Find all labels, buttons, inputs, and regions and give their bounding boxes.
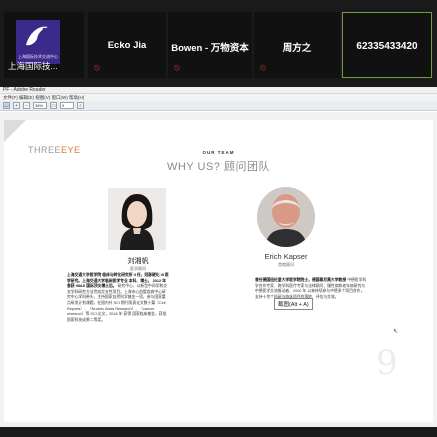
team-label: OUR TEAM — [202, 150, 235, 155]
bird-logo-icon — [26, 26, 48, 46]
advisor-photo-female — [108, 188, 166, 250]
screen: 上海国际技术交流中心 上海国际技... Ecko Jia ⦸ Bowen - 万… — [0, 0, 437, 437]
page-corner — [4, 120, 26, 142]
pdf-page: THREEEYE OUR TEAM WHY US? 顾问团队 刘湘帆 医学顾问 … — [4, 120, 433, 422]
participant-name: 上海国际技... — [8, 61, 58, 71]
fit-page-icon[interactable]: ▭ — [50, 102, 57, 109]
advisor-name-female: 刘湘帆 — [127, 258, 149, 265]
page-number: 9 — [376, 343, 398, 383]
search-icon[interactable]: ⌕ — [77, 102, 84, 109]
toolbar: ▤ + − 38% ▭ 9 ⌕ — [0, 101, 437, 111]
zoom-in-icon[interactable]: + — [13, 102, 20, 109]
participant-name: Ecko Jia — [107, 40, 147, 51]
participant-name: 周方之 — [282, 43, 312, 54]
adobe-reader-window: PF - Adobe Reader 文件(F) 编辑(E) 视图(V) 窗口(W… — [0, 87, 437, 427]
participant-tile-ecko[interactable]: Ecko Jia ⦸ — [88, 12, 166, 78]
participant-tile-zhou[interactable]: 周方之 ⦸ — [254, 12, 340, 78]
slide-heading: WHY US? 顾问团队 — [167, 161, 270, 173]
participant-name: 62335433420 — [356, 41, 418, 52]
mic-muted-icon: ⦸ — [94, 62, 100, 72]
zoom-field[interactable]: 38% — [33, 102, 47, 109]
window-title: PF - Adobe Reader — [0, 87, 437, 94]
participant-name: Bowen - 万物资本 — [171, 43, 249, 54]
bio-highlight: 曾任德国纽伦堡大学医学院院士，德国慕尼黑大学教授 — [255, 278, 347, 282]
mic-muted-icon: ⦸ — [260, 62, 266, 72]
advisor-bio-female: 上海交通大学医学院 临床与转化研究所 II 任，冠脉硬化 III 医学研究。上海… — [67, 273, 169, 323]
screenshot-tooltip: 截图(Alt + A) — [274, 298, 313, 310]
zoom-out-icon[interactable]: − — [23, 102, 30, 109]
page-field[interactable]: 9 — [60, 102, 74, 109]
document-area[interactable]: THREEEYE OUR TEAM WHY US? 顾问团队 刘湘帆 医学顾问 … — [0, 112, 437, 427]
advisor-role-female: 医学顾问 — [130, 266, 146, 271]
mic-muted-icon: ⦸ — [174, 62, 180, 72]
advisor-name-male: Erich Kapser — [264, 252, 308, 261]
participant-tile-bowen[interactable]: Bowen - 万物资本 ⦸ — [168, 12, 252, 78]
org-logo: 上海国际技术交流中心 — [16, 20, 60, 64]
participant-tile-org[interactable]: 上海国际技术交流中心 上海国际技... — [4, 12, 84, 78]
mouse-cursor-icon: ↖ — [393, 329, 399, 335]
participant-strip: 上海国际技术交流中心 上海国际技... Ecko Jia ⦸ Bowen - 万… — [0, 12, 437, 78]
advisor-role-male: 首席顾问 — [278, 262, 294, 267]
advisor-photo-male — [257, 187, 315, 247]
print-icon[interactable]: ▤ — [3, 102, 10, 109]
bio-text: 研究中心，以新型中间学和交叉学科研究方法完成交叉性项目。上海市心血管疾病中心研究… — [67, 284, 167, 322]
menu-bar[interactable]: 文件(F) 编辑(E) 视图(V) 窗口(W) 帮助(H) — [0, 94, 437, 101]
participant-tile-active[interactable]: 62335433420 — [342, 12, 432, 78]
